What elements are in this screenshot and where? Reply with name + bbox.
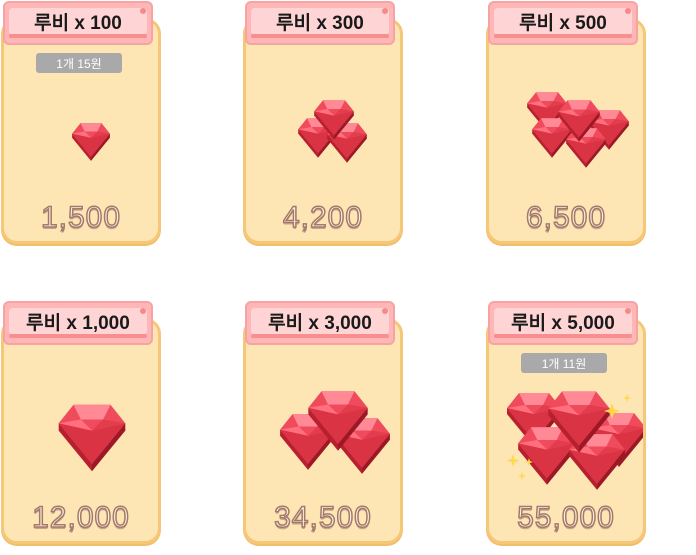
product-title: 루비 x 500 (494, 8, 632, 35)
product-price: 1,500 (40, 200, 122, 235)
product-price: 4,200 (282, 200, 364, 235)
product-card-ruby-3000[interactable]: 루비 x 3,000 34,500 (243, 301, 403, 544)
product-title-banner: 루비 x 3,000 (245, 301, 395, 345)
product-card-ruby-1000[interactable]: 루비 x 1,000 12,000 (1, 301, 161, 544)
ruby-pile-icon (489, 76, 643, 196)
banner-stripe (494, 334, 632, 338)
product-title: 루비 x 100 (9, 8, 147, 35)
banner-stripe (251, 34, 389, 38)
product-price: 6,500 (525, 200, 607, 235)
product-title-banner: 루비 x 500 (488, 1, 638, 45)
product-card-ruby-100[interactable]: 루비 x 100 1개 15원 1,500 (1, 1, 161, 244)
banner-stripe (251, 334, 389, 338)
product-price: 12,000 (31, 500, 130, 535)
product-title-banner: 루비 x 300 (245, 1, 395, 45)
product-card-ruby-500[interactable]: 루비 x 500 6,500 (486, 1, 646, 244)
unit-price-badge: 1개 11원 (521, 353, 607, 373)
ruby-sparkle-pile-icon (489, 376, 646, 496)
product-title: 루비 x 300 (251, 8, 389, 35)
product-card-ruby-5000[interactable]: 루비 x 5,000 1개 11원 55,000 (486, 301, 646, 544)
ruby-large-icon (4, 376, 158, 496)
product-title-banner: 루비 x 5,000 (488, 301, 638, 345)
product-title-banner: 루비 x 100 (3, 1, 153, 45)
ruby-three-icon (246, 76, 400, 196)
unit-price-badge: 1개 15원 (36, 53, 122, 73)
product-price: 34,500 (273, 500, 372, 535)
product-title: 루비 x 1,000 (9, 308, 147, 335)
banner-stripe (9, 334, 147, 338)
banner-stripe (9, 34, 147, 38)
product-title: 루비 x 5,000 (494, 308, 632, 335)
ruby-large-three-icon (246, 376, 400, 496)
banner-stripe (494, 34, 632, 38)
product-title-banner: 루비 x 1,000 (3, 301, 153, 345)
product-price: 55,000 (516, 500, 615, 535)
product-title: 루비 x 3,000 (251, 308, 389, 335)
ruby-single-icon (4, 76, 158, 196)
product-card-ruby-300[interactable]: 루비 x 300 4,200 (243, 1, 403, 244)
